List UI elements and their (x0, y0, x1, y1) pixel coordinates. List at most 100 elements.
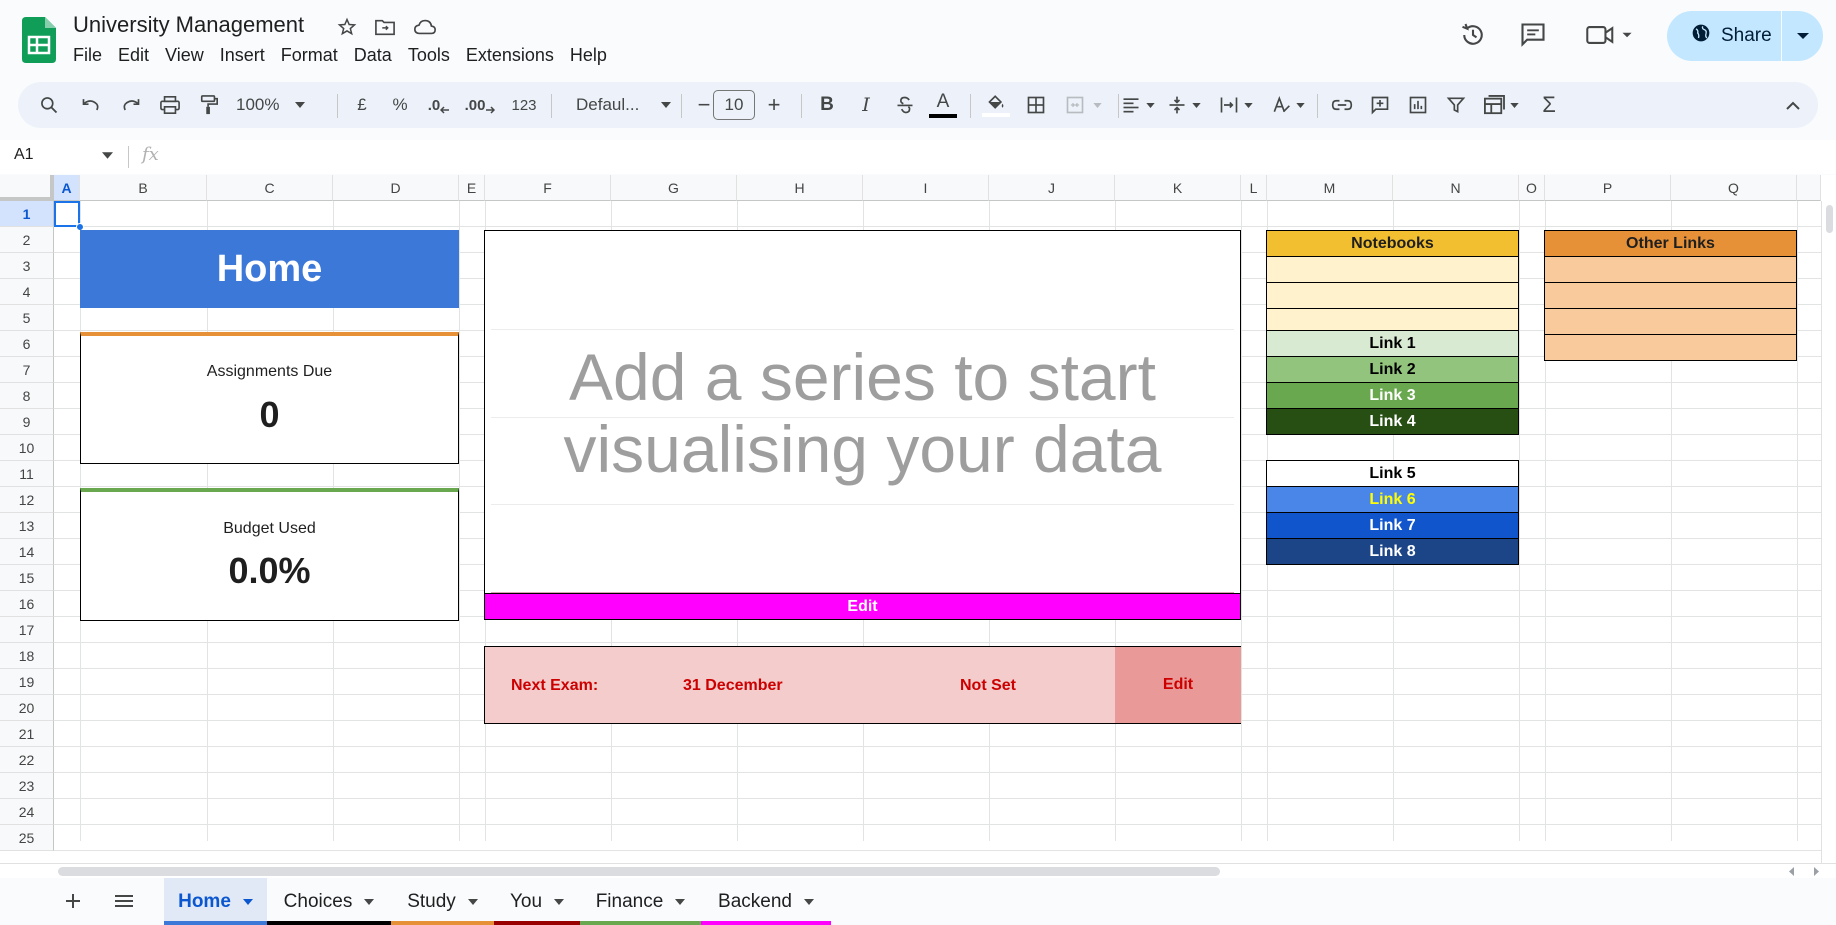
row-header-13[interactable]: 13 (0, 513, 54, 539)
chart-edit-button[interactable]: Edit (484, 593, 1241, 620)
sheet-tab-backend[interactable]: Backend (701, 878, 831, 925)
comments-icon[interactable] (1516, 18, 1550, 52)
formula-input[interactable] (170, 146, 1810, 168)
row-header-20[interactable]: 20 (0, 695, 54, 721)
strikethrough-icon[interactable] (889, 82, 921, 128)
row-header-2[interactable]: 2 (0, 227, 54, 253)
row-header-23[interactable]: 23 (0, 773, 54, 799)
link-button-2[interactable]: Link 2 (1266, 356, 1519, 383)
horizontal-scrollbar-thumb[interactable] (58, 867, 1220, 876)
row-header-19[interactable]: 19 (0, 669, 54, 695)
link-button-7[interactable]: Link 7 (1266, 512, 1519, 539)
row-header-21[interactable]: 21 (0, 721, 54, 747)
other-link-slot[interactable] (1544, 334, 1797, 361)
active-cell[interactable] (54, 201, 80, 227)
column-header-c[interactable]: C (207, 175, 333, 201)
text-wrapping-icon[interactable] (1216, 82, 1256, 128)
notebook-slot[interactable] (1266, 256, 1519, 283)
menu-tools[interactable]: Tools (400, 45, 458, 66)
row-header-3[interactable]: 3 (0, 253, 54, 279)
link-button-1[interactable]: Link 1 (1266, 330, 1519, 357)
row-header-1[interactable]: 1 (0, 201, 54, 227)
insert-comment-icon[interactable] (1364, 82, 1396, 128)
sheet-tab-finance[interactable]: Finance (580, 878, 701, 925)
filter-icon[interactable] (1440, 82, 1472, 128)
row-header-17[interactable]: 17 (0, 617, 54, 643)
add-sheet-icon[interactable] (60, 888, 86, 914)
paint-format-icon[interactable] (192, 82, 226, 128)
other-link-slot[interactable] (1544, 256, 1797, 283)
column-header-n[interactable]: N (1393, 175, 1519, 201)
redo-icon[interactable] (114, 82, 148, 128)
link-button-8[interactable]: Link 8 (1266, 538, 1519, 565)
menu-insert[interactable]: Insert (212, 45, 273, 66)
search-menus-icon[interactable] (32, 82, 66, 128)
menu-extensions[interactable]: Extensions (458, 45, 562, 66)
column-header-p[interactable]: P (1545, 175, 1671, 201)
text-color-button[interactable]: A (923, 82, 963, 128)
scroll-right-icon[interactable] (1812, 867, 1820, 876)
print-icon[interactable] (153, 82, 187, 128)
column-header-i[interactable]: I (863, 175, 989, 201)
font-family-select[interactable]: Defaul... (558, 82, 678, 128)
increase-decimal-button[interactable]: .00 (460, 82, 500, 128)
chevron-down-icon[interactable] (803, 898, 814, 905)
all-sheets-menu-icon[interactable] (110, 888, 138, 914)
italic-button[interactable]: I (850, 82, 882, 128)
column-header-f[interactable]: F (485, 175, 611, 201)
functions-button[interactable]: Σ (1532, 82, 1566, 128)
name-box-dropdown-icon[interactable] (102, 152, 113, 159)
row-header-12[interactable]: 12 (0, 487, 54, 513)
vertical-align-icon[interactable] (1164, 82, 1204, 128)
menu-edit[interactable]: Edit (110, 45, 157, 66)
fill-color-icon[interactable] (976, 82, 1016, 128)
row-header-18[interactable]: 18 (0, 643, 54, 669)
zoom-select[interactable]: 100% (236, 82, 306, 128)
link-button-6[interactable]: Link 6 (1266, 486, 1519, 513)
column-header-h[interactable]: H (737, 175, 863, 201)
name-box[interactable]: A1 (14, 146, 34, 164)
column-header-a[interactable]: A (54, 175, 80, 201)
row-header-15[interactable]: 15 (0, 565, 54, 591)
row-header-11[interactable]: 11 (0, 461, 54, 487)
row-header-22[interactable]: 22 (0, 747, 54, 773)
share-button[interactable]: Share (1667, 11, 1823, 61)
row-header-5[interactable]: 5 (0, 305, 54, 331)
notebook-slot[interactable] (1266, 282, 1519, 309)
row-header-9[interactable]: 9 (0, 409, 54, 435)
sheet-tab-choices[interactable]: Choices (267, 878, 391, 925)
version-history-icon[interactable] (1456, 18, 1490, 52)
vertical-scrollbar[interactable] (1821, 201, 1836, 863)
column-header-d[interactable]: D (333, 175, 459, 201)
menu-data[interactable]: Data (346, 45, 400, 66)
column-header-k[interactable]: K (1115, 175, 1241, 201)
column-header-l[interactable]: L (1241, 175, 1267, 201)
table-view-icon[interactable] (1478, 82, 1524, 128)
row-header-16[interactable]: 16 (0, 591, 54, 617)
link-button-3[interactable]: Link 3 (1266, 382, 1519, 409)
cloud-saved-icon[interactable] (412, 14, 438, 40)
currency-format-button[interactable]: £ (346, 82, 378, 128)
column-header-b[interactable]: B (80, 175, 207, 201)
column-header-j[interactable]: J (989, 175, 1115, 201)
horizontal-scrollbar[interactable] (0, 863, 1836, 878)
row-header-8[interactable]: 8 (0, 383, 54, 409)
star-icon[interactable] (334, 14, 360, 40)
undo-icon[interactable] (74, 82, 108, 128)
other-link-slot[interactable] (1544, 308, 1797, 335)
link-button-4[interactable]: Link 4 (1266, 408, 1519, 435)
row-header-25[interactable]: 25 (0, 825, 54, 851)
scroll-left-icon[interactable] (1788, 867, 1796, 876)
spreadsheet-grid[interactable]: A B C D E F G H I J K L M N O P Q 123456… (0, 175, 1836, 863)
column-header-r[interactable] (1797, 175, 1821, 201)
other-link-slot[interactable] (1544, 282, 1797, 309)
sheets-logo-icon[interactable] (22, 17, 56, 63)
exam-edit-button[interactable]: Edit (1115, 647, 1241, 723)
menu-file[interactable]: File (65, 45, 110, 66)
font-size-input[interactable]: 10 (712, 82, 756, 128)
chevron-down-icon[interactable] (242, 898, 253, 905)
chevron-down-icon[interactable] (554, 898, 565, 905)
row-header-7[interactable]: 7 (0, 357, 54, 383)
vertical-scrollbar-thumb[interactable] (1826, 205, 1833, 233)
percent-format-button[interactable]: % (384, 82, 416, 128)
